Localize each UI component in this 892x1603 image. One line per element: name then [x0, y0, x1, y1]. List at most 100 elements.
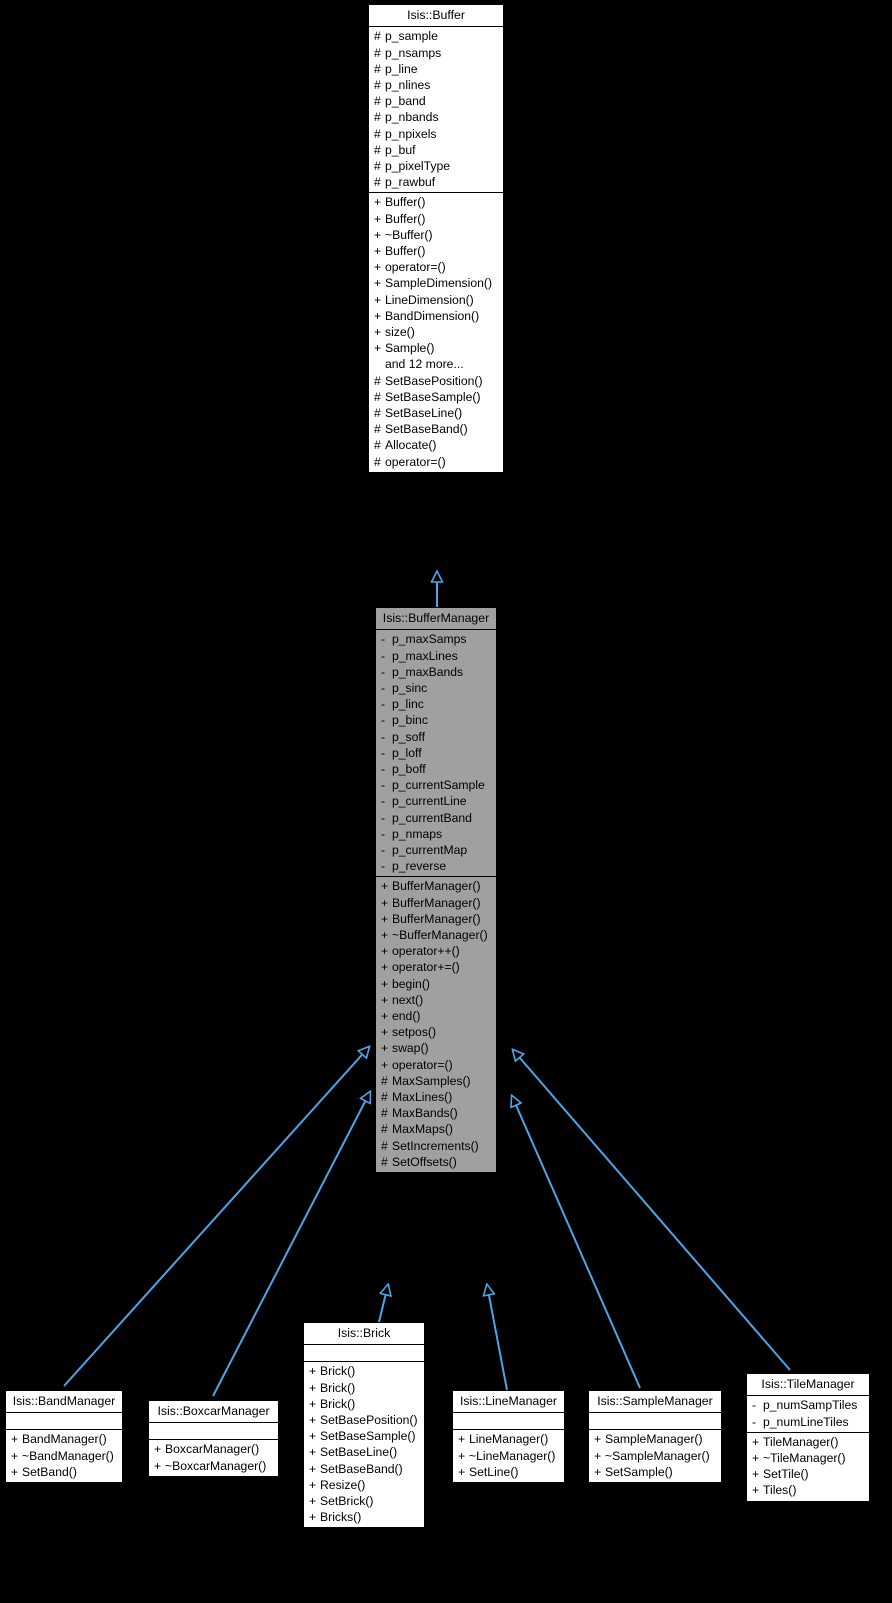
class-box-isis-linemanager[interactable]: Isis::LineManager + LineManager() + ~LineMa…: [452, 1390, 565, 1483]
member-label: p_nsamps: [385, 45, 442, 60]
member-label: p_sinc: [392, 680, 428, 695]
class-member-row: # MaxLines(): [376, 1089, 496, 1105]
class-member-row: # SetOffsets(): [376, 1154, 496, 1170]
class-member-row: + SetBand(): [6, 1464, 122, 1480]
edge-linemanager-buffermanager: [487, 1285, 508, 1391]
member-label: p_maxSamps: [392, 632, 467, 647]
member-label: SetTile(): [763, 1467, 809, 1482]
class-member-row: + BufferManager(): [376, 895, 496, 911]
uml-diagram-canvas: Isis::Buffer # p_sample # p_nsamps # p_line # p…: [0, 0, 892, 1603]
member-label: p_numSampTiles: [763, 1398, 858, 1413]
visibility-marker: #: [381, 1089, 388, 1104]
visibility-marker: +: [381, 976, 389, 991]
member-label: BandManager(): [22, 1432, 107, 1447]
class-member-row: # SetBaseSample(): [369, 389, 503, 405]
class-methods: + LineManager() + ~LineManager() + SetLine(): [453, 1430, 564, 1482]
class-box-isis-boxcarmanager[interactable]: Isis::BoxcarManager + BoxcarManager() + ~Bo…: [148, 1400, 279, 1477]
member-label: SetIncrements(): [392, 1138, 479, 1153]
visibility-marker: +: [11, 1464, 19, 1479]
class-box-isis-tilemanager[interactable]: Isis::TileManager - p_numSampTiles - p_numL…: [746, 1373, 870, 1502]
member-label: MaxMaps(): [392, 1122, 453, 1137]
class-member-row: # operator=(): [369, 454, 503, 470]
member-label: size(): [385, 324, 415, 339]
class-member-row: + operator+=(): [376, 959, 496, 975]
class-attributes: - p_numSampTiles - p_numLineTiles: [747, 1396, 869, 1433]
visibility-marker: #: [381, 1138, 388, 1153]
class-attributes: [453, 1413, 564, 1431]
class-member-row: # SetBasePosition(): [369, 373, 503, 389]
class-title: Isis::TileManager: [747, 1374, 869, 1397]
visibility-marker: -: [381, 632, 386, 647]
member-label: ~BufferManager(): [392, 927, 488, 942]
member-label: p_numLineTiles: [763, 1414, 849, 1429]
visibility-marker: +: [309, 1461, 317, 1476]
class-member-row: + swap(): [376, 1040, 496, 1056]
visibility-marker: +: [458, 1432, 466, 1447]
visibility-marker: -: [381, 664, 386, 679]
visibility-marker: #: [374, 110, 381, 125]
class-box-isis-buffer[interactable]: Isis::Buffer # p_sample # p_nsamps # p_line # p…: [368, 4, 504, 473]
member-label: SetBaseSample(): [385, 389, 481, 404]
class-member-row: - p_binc: [376, 712, 496, 728]
class-member-row: + Brick(): [304, 1363, 424, 1379]
class-member-row: - p_numSampTiles: [747, 1397, 869, 1413]
class-member-row: + ~BoxcarManager(): [149, 1458, 278, 1474]
member-label: p_nlines: [385, 77, 431, 92]
member-label: operator+=(): [392, 960, 460, 975]
member-label: p_currentMap: [392, 842, 468, 857]
class-member-row: + ~BandManager(): [6, 1448, 122, 1464]
visibility-marker: #: [374, 438, 381, 453]
visibility-marker: +: [381, 944, 389, 959]
visibility-marker: +: [309, 1493, 317, 1508]
class-box-isis-bandmanager[interactable]: Isis::BandManager + BandManager() + ~BandMa…: [5, 1390, 123, 1483]
class-box-isis-brick[interactable]: Isis::Brick + Brick() + Brick() + Brick() + Set…: [303, 1322, 425, 1529]
member-label: next(): [392, 992, 424, 1007]
visibility-marker: +: [154, 1458, 162, 1473]
member-label: ~TileManager(): [763, 1450, 846, 1465]
class-member-row: + BufferManager(): [376, 911, 496, 927]
visibility-marker: #: [374, 94, 381, 109]
class-title: Isis::BufferManager: [376, 608, 496, 631]
class-methods: + TileManager() + ~TileManager() + SetTile() +…: [747, 1433, 869, 1501]
class-box-isis-buffermanager[interactable]: Isis::BufferManager - p_maxSamps - p_maxLin…: [375, 607, 497, 1173]
class-member-row: + Buffer(): [369, 211, 503, 227]
class-member-row: + SetSample(): [589, 1464, 721, 1480]
class-member-row: - p_numLineTiles: [747, 1414, 869, 1430]
class-member-row: + ~TileManager(): [747, 1450, 869, 1466]
visibility-marker: #: [374, 126, 381, 141]
visibility-marker: +: [309, 1396, 317, 1411]
visibility-marker: +: [374, 308, 382, 323]
visibility-marker: +: [309, 1477, 317, 1492]
class-member-row: - p_currentBand: [376, 810, 496, 826]
member-label: p_reverse: [392, 859, 447, 874]
visibility-marker: #: [374, 61, 381, 76]
visibility-marker: +: [381, 1025, 389, 1040]
member-label: p_buf: [385, 142, 416, 157]
member-label: SetBand(): [22, 1464, 77, 1479]
member-label: Allocate(): [385, 438, 437, 453]
member-label: SetBasePosition(): [320, 1412, 418, 1427]
member-label: SetBrick(): [320, 1493, 374, 1508]
member-label: operator=(): [392, 1057, 453, 1072]
visibility-marker: +: [11, 1432, 19, 1447]
visibility-marker: +: [458, 1448, 466, 1463]
class-member-row: # MaxMaps(): [376, 1121, 496, 1137]
member-label: p_npixels: [385, 126, 437, 141]
member-label: Buffer(): [385, 243, 426, 258]
visibility-marker: #: [381, 1154, 388, 1169]
visibility-marker: +: [374, 260, 382, 275]
visibility-marker: -: [381, 794, 386, 809]
member-label: operator++(): [392, 944, 460, 959]
visibility-marker: -: [381, 859, 386, 874]
visibility-marker: +: [374, 211, 382, 226]
visibility-marker: +: [309, 1510, 317, 1525]
class-attributes: [589, 1413, 721, 1431]
member-label: ~BandManager(): [22, 1448, 114, 1463]
class-title: Isis::LineManager: [453, 1391, 564, 1414]
class-box-isis-samplemanager[interactable]: Isis::SampleManager + SampleManager() + ~Sa…: [588, 1390, 722, 1483]
visibility-marker: +: [381, 1041, 389, 1056]
class-member-row: + Resize(): [304, 1477, 424, 1493]
member-label: SetBaseLine(): [385, 405, 463, 420]
visibility-marker: +: [381, 911, 389, 926]
visibility-marker: +: [309, 1380, 317, 1395]
